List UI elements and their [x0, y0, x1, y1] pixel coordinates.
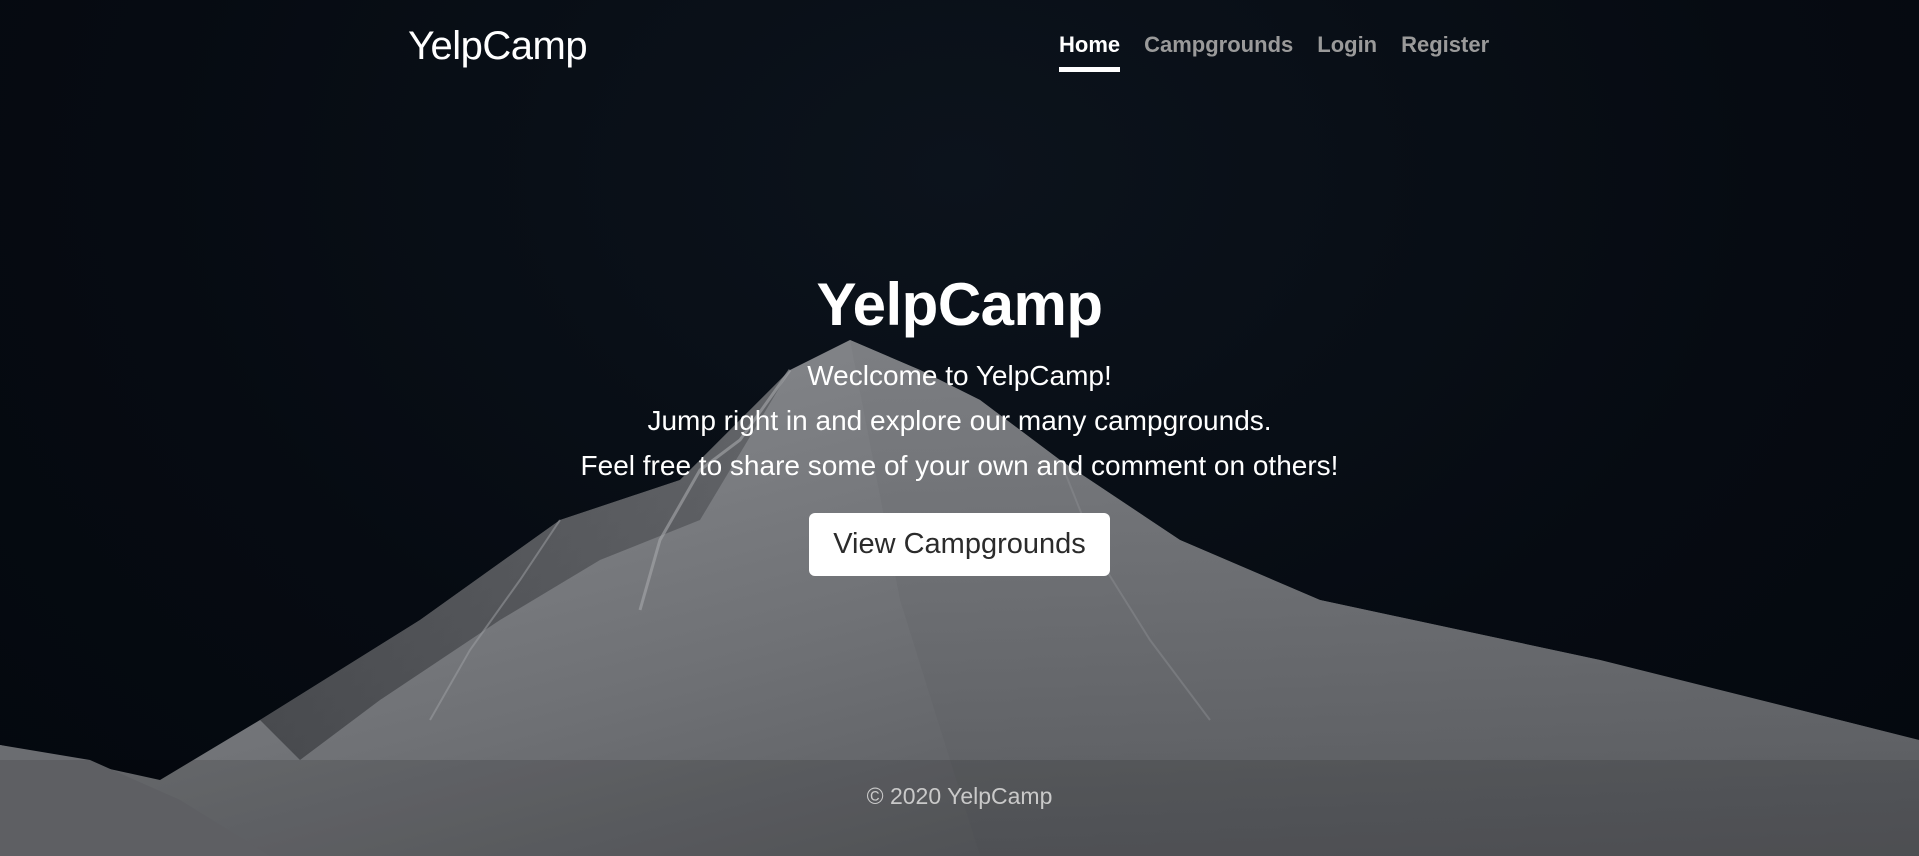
nav-link-home[interactable]: Home	[1059, 32, 1121, 72]
brand-logo[interactable]: YelpCamp	[408, 24, 588, 69]
landing-page: YelpCamp Home Campgrounds Login Register…	[0, 0, 1919, 856]
view-campgrounds-button[interactable]: View Campgrounds	[809, 513, 1110, 576]
navbar: YelpCamp Home Campgrounds Login Register	[0, 0, 1919, 90]
nav-links: Home Campgrounds Login Register	[1059, 32, 1513, 72]
hero-share-line: Feel free to share some of your own and …	[580, 450, 1339, 481]
hero-title: YelpCamp	[816, 271, 1103, 338]
nav-link-campgrounds[interactable]: Campgrounds	[1144, 32, 1293, 72]
nav-link-login[interactable]: Login	[1317, 32, 1377, 72]
footer-copyright: © 2020 YelpCamp	[866, 783, 1053, 809]
hero-welcome-line: Weclcome to YelpCamp!	[807, 360, 1112, 391]
hero-explore-line: Jump right in and explore our many campg…	[647, 405, 1272, 436]
nav-link-register[interactable]: Register	[1401, 32, 1489, 72]
hero-section: YelpCamp Weclcome to YelpCamp! Jump righ…	[0, 270, 1919, 576]
